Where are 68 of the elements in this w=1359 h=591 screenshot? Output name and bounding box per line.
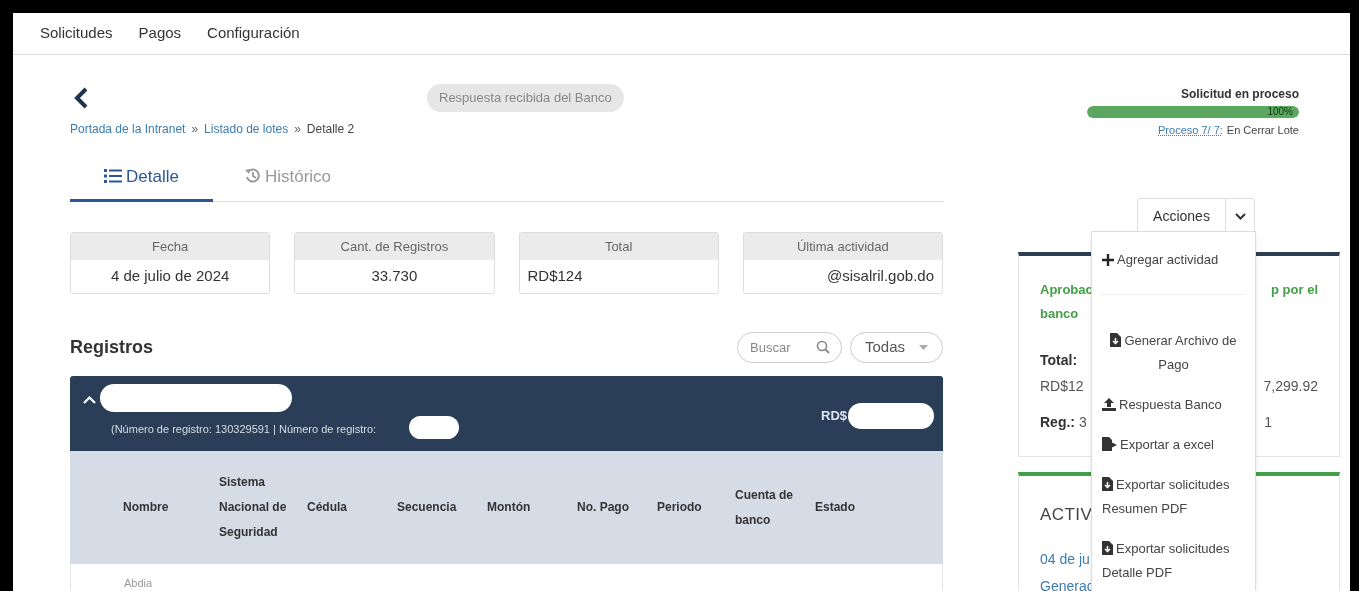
text-fragment: 7,299.92 [1263, 376, 1318, 396]
text-fragment: Aprobac [1040, 280, 1093, 299]
tab[interactable]: Detalle [70, 163, 213, 202]
card-value: 4 de julio de 2024 [110, 266, 230, 287]
column-header[interactable]: No. Pago [577, 495, 629, 520]
text-fragment: 1 [1264, 412, 1272, 432]
text-fragment: banco [1040, 305, 1079, 323]
redaction-mark [409, 416, 459, 439]
nav-link[interactable]: Solicitudes [40, 22, 113, 45]
text-fragment: Reg.: [1040, 412, 1075, 432]
search-icon [816, 340, 830, 354]
file-download-icon [1102, 541, 1113, 555]
breadcrumb-separator: » [294, 120, 301, 138]
table-cell: Abdia [124, 578, 153, 589]
card-value: @sisalril.gob.do [827, 266, 934, 287]
caret-down-icon [919, 345, 928, 350]
card-label: Última actividad [743, 233, 942, 260]
card-title: ACTIV [1040, 503, 1093, 526]
column-header[interactable]: Periodo [657, 495, 702, 520]
nav-link[interactable]: Configuración [207, 22, 300, 45]
nav-link[interactable]: Pagos [138, 22, 182, 45]
record-numbers: (Número de registro: 130329591 | Número de registro: [111, 422, 377, 437]
back-icon[interactable] [72, 87, 90, 109]
column-header[interactable]: Estado [815, 495, 855, 520]
status-title: Solicitud en proceso [1180, 86, 1299, 103]
list-icon [104, 169, 123, 184]
breadcrumb-link[interactable]: Listado de lotes [204, 119, 289, 138]
menu-item[interactable]: Exportar solicitudes Resumen PDF [1092, 465, 1255, 529]
upload-icon [1102, 398, 1116, 411]
plus-icon [1102, 254, 1114, 266]
text-fragment: 3 [1079, 412, 1087, 432]
text-fragment: p por el [1271, 280, 1318, 299]
column-header[interactable]: Cuenta de banco [735, 482, 815, 533]
file-download-icon [1110, 333, 1122, 347]
search-field[interactable]: Buscar [737, 332, 842, 363]
card-value: RD$124 [527, 266, 583, 287]
breadcrumb-link[interactable]: Portada de la Intranet [70, 119, 186, 138]
breadcrumb-current: Detalle 2 [306, 120, 355, 138]
card-label: Cant. de Registros [295, 233, 494, 260]
column-header[interactable]: Secuencia [397, 495, 457, 520]
menu-item[interactable]: Agregar actividad [1092, 240, 1255, 280]
group-amount: RD$ [821, 407, 847, 425]
menu-item[interactable]: Exportar a excel [1092, 425, 1255, 465]
section-title: Registros [70, 336, 154, 359]
chevron-down-icon [1234, 213, 1246, 220]
column-header[interactable]: Montón [487, 495, 531, 520]
card-value: 33.730 [371, 266, 418, 287]
breadcrumb-separator: » [191, 120, 199, 138]
group-header[interactable]: (Número de registro: 130329591 | Número de registro: RD$ [70, 376, 943, 451]
history-icon [244, 168, 261, 185]
activity-date[interactable]: 04 de ju [1040, 549, 1090, 570]
column-header[interactable]: Sistema Nacional de Seguridad [219, 470, 299, 545]
column-header[interactable]: Cédula [307, 495, 347, 520]
file-export-icon [1102, 437, 1117, 451]
card-label: Total [519, 233, 718, 260]
card-label: Fecha [71, 233, 270, 260]
process-link[interactable]: Proceso 7/ 7: [1158, 122, 1223, 139]
status-badge: Respuesta recibida del Banco [427, 84, 624, 112]
text-fragment: Total: [1040, 350, 1078, 370]
menu-item[interactable]: Generar Archivo de Pago [1092, 321, 1255, 385]
progress-percent: 100% [1267, 107, 1293, 117]
menu-item[interactable]: Respuesta Banco [1092, 385, 1255, 425]
process-step: En Cerrar Lote [1226, 122, 1299, 139]
activity-entry[interactable]: Generac [1040, 576, 1094, 591]
menu-item[interactable]: Exportar solicitudes Detalle PDF [1092, 529, 1255, 591]
file-download-icon [1102, 477, 1113, 491]
column-header[interactable]: Nombre [123, 495, 169, 520]
text-fragment: RD$12 [1040, 376, 1084, 396]
